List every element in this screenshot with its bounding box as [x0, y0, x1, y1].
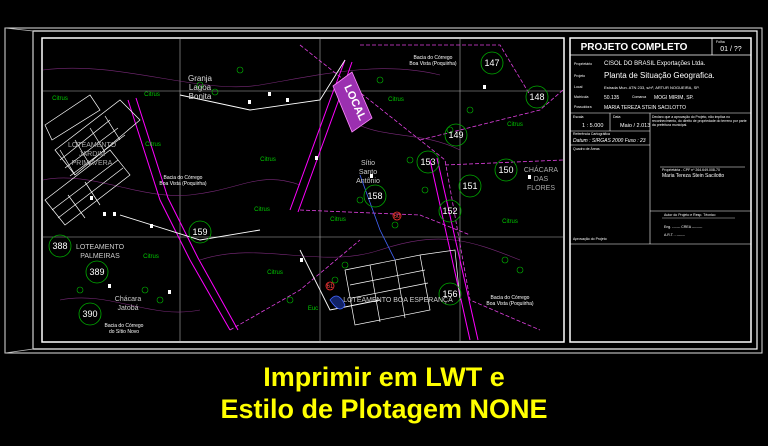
svg-text:Citrus: Citrus	[388, 97, 404, 103]
svg-text:Lagoa: Lagoa	[189, 83, 212, 92]
lot-number: 159	[192, 227, 207, 237]
svg-text:Citrus: Citrus	[52, 96, 68, 102]
marker-label: 60	[394, 214, 401, 220]
label-chacara-das-flores: CHÁCARA	[524, 165, 559, 174]
svg-text:PALMEIRAS: PALMEIRAS	[80, 253, 120, 260]
proprietario-value: CISOL DO BRASIL Exportações Ltda.	[604, 61, 706, 67]
lot-number: 390	[82, 309, 97, 319]
svg-text:Citrus: Citrus	[145, 142, 161, 148]
drawing-sheet: LOCAL 147 148 149 153 150 151 152 158 15…	[4, 27, 763, 354]
autor-label: Autor do Projeto e Resp. Técnico	[664, 213, 716, 217]
matricula-label: Matrícula	[574, 95, 588, 99]
svg-text:Citrus: Citrus	[267, 270, 283, 276]
eng-label: Eng. ------- CREA ---------	[664, 225, 703, 229]
svg-text:Citrus: Citrus	[502, 219, 518, 225]
svg-text:Bonita: Bonita	[189, 92, 212, 101]
declaration-text: Declaro que a aprovação do Projeto, não …	[652, 115, 747, 127]
label-granja: Granja	[188, 74, 213, 83]
local-field-label: Local	[574, 85, 583, 89]
lot-number: 148	[529, 92, 544, 102]
data-label: Data	[613, 115, 620, 119]
svg-text:Citrus: Citrus	[330, 217, 346, 223]
lot-number: 149	[448, 130, 463, 140]
projeto-label: Projeto	[574, 74, 585, 78]
data-value: Maio / 2.013	[620, 123, 650, 129]
map-viewport[interactable]: LOCAL 147 148 149 153 150 151 152 158 15…	[41, 37, 565, 343]
art-label: A.R.T. - -------	[664, 233, 686, 237]
svg-text:FLORES: FLORES	[527, 185, 555, 192]
svg-text:do Sítio Novo: do Sítio Novo	[109, 329, 139, 335]
local-value: Estrada Mun. ATN 233, s/nº, ARTUR NOGUEI…	[604, 85, 700, 90]
svg-text:Citrus: Citrus	[143, 254, 159, 260]
lot-number: 158	[367, 191, 382, 201]
possuidora-label: Possuidora	[574, 105, 592, 109]
lot-number: 150	[498, 165, 513, 175]
svg-text:Citrus: Citrus	[254, 207, 270, 213]
svg-text:Boa Vista (Poquiirha): Boa Vista (Poquiirha)	[409, 61, 456, 67]
ref-label: Referência Cartográfica	[573, 132, 610, 136]
svg-text:DAS: DAS	[534, 176, 549, 183]
label-loteamento-boa-esperanca: LOTEAMENTO BOA ESPERANÇA	[343, 297, 453, 304]
datum-value: Datum : SIRGAS 2000 Fuso : 23	[573, 138, 646, 144]
escala-value: 1 : 5.000	[582, 123, 603, 129]
folha-label: Folha	[716, 40, 725, 44]
escala-label: Escala	[573, 115, 584, 119]
lot-number: 389	[89, 267, 104, 277]
svg-text:Boa Vista (Poquiirha): Boa Vista (Poquiirha)	[159, 181, 206, 187]
lot-number: 388	[52, 241, 67, 251]
possuidora-value: MARIA TEREZA STEIN SACILOTTO	[604, 105, 686, 111]
comarca-label: Comarca	[632, 95, 646, 99]
lot-number: 147	[484, 58, 499, 68]
svg-text:Citrus: Citrus	[260, 157, 276, 163]
title-heading: PROJETO COMPLETO	[581, 42, 688, 53]
matricula-value: 50.135	[604, 95, 620, 101]
proprietario-label: Proprietário	[574, 62, 592, 66]
svg-text:Euc: Euc	[308, 306, 318, 312]
folha-value: 01 / ??	[720, 46, 742, 53]
fold-mark-left	[4, 27, 34, 354]
marker-label: 61	[327, 284, 334, 290]
lot-number: 151	[462, 181, 477, 191]
svg-text:Citrus: Citrus	[507, 122, 523, 128]
label-loteamento-jardim: LOTEAMENTO	[68, 142, 117, 149]
aprovacao-label: Aprovação do Projeto	[573, 237, 607, 241]
proprietaria-name: Maria Tereza Stein Sacilotto	[662, 173, 724, 179]
svg-text:Jatobá: Jatobá	[117, 305, 138, 312]
svg-text:PRIMAVERA: PRIMAVERA	[72, 160, 113, 167]
lot-number: 152	[442, 206, 457, 216]
quadro-label: Quadro de Áreas	[573, 147, 600, 151]
svg-text:JARDIM: JARDIM	[79, 151, 105, 158]
svg-text:Citrus: Citrus	[144, 92, 160, 98]
label-sitio-santo-antonio: Sítio	[361, 160, 375, 167]
proprietaria-line: Proprietária - CPF nº 264.649.008-70	[662, 168, 720, 172]
svg-text:Boa Vista (Poquiirha): Boa Vista (Poquiirha)	[486, 301, 533, 307]
caption-line-1: Imprimir em LWT e	[263, 362, 505, 392]
label-loteamento-palmeiras: LOTEAMENTO	[76, 244, 125, 251]
title-block: PROJETO COMPLETO Folha 01 / ?? Proprietá…	[569, 37, 752, 343]
projeto-value: Planta de Situação Geografica.	[604, 71, 715, 80]
label-chacara-jatoba: Chácara	[115, 296, 142, 303]
comarca-value: MOGI MIRIM, SP.	[654, 95, 694, 101]
caption-line-2: Estilo de Plotagem NONE	[220, 394, 548, 424]
title-block-frame	[569, 37, 752, 343]
svg-text:Antônio: Antônio	[356, 178, 380, 185]
svg-text:Santo: Santo	[359, 169, 377, 176]
lot-number: 153	[420, 157, 435, 167]
